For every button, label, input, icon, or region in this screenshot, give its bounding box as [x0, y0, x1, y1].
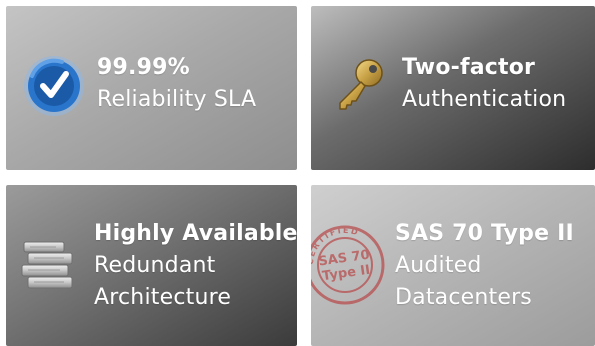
feature-subtitle-line: Datacenters [395, 285, 532, 310]
server-stack-icon [20, 240, 78, 292]
feature-subtitle-line: Redundant [94, 253, 216, 278]
feature-text: Highly Available Redundant Architecture [94, 218, 297, 314]
feature-text: Two-factor Authentication [402, 52, 566, 116]
feature-tile-high-availability: Highly Available Redundant Architecture [6, 185, 297, 346]
feature-title: 99.99% [97, 55, 190, 80]
feature-tile-two-factor: Two-factor Authentication [311, 6, 595, 170]
feature-subtitle-line: Audited [395, 253, 482, 278]
feature-text: SAS 70 Type II Audited Datacenters [395, 218, 574, 314]
feature-text: 99.99% Reliability SLA [97, 52, 256, 116]
feature-subtitle: Reliability SLA [97, 87, 257, 112]
certified-stamp-icon: CERTIFIED SAS 70 Type II [311, 215, 385, 315]
key-icon [331, 56, 387, 112]
feature-tile-sas70: CERTIFIED SAS 70 Type II SAS 70 Type II … [311, 185, 595, 346]
feature-tile-reliability: 99.99% Reliability SLA [6, 6, 297, 170]
feature-title: Highly Available [94, 221, 297, 246]
feature-subtitle-line: Architecture [94, 285, 232, 310]
feature-title: SAS 70 Type II [395, 221, 574, 246]
feature-subtitle: Authentication [402, 87, 567, 112]
check-circle-icon [22, 54, 86, 118]
feature-title: Two-factor [402, 55, 536, 80]
